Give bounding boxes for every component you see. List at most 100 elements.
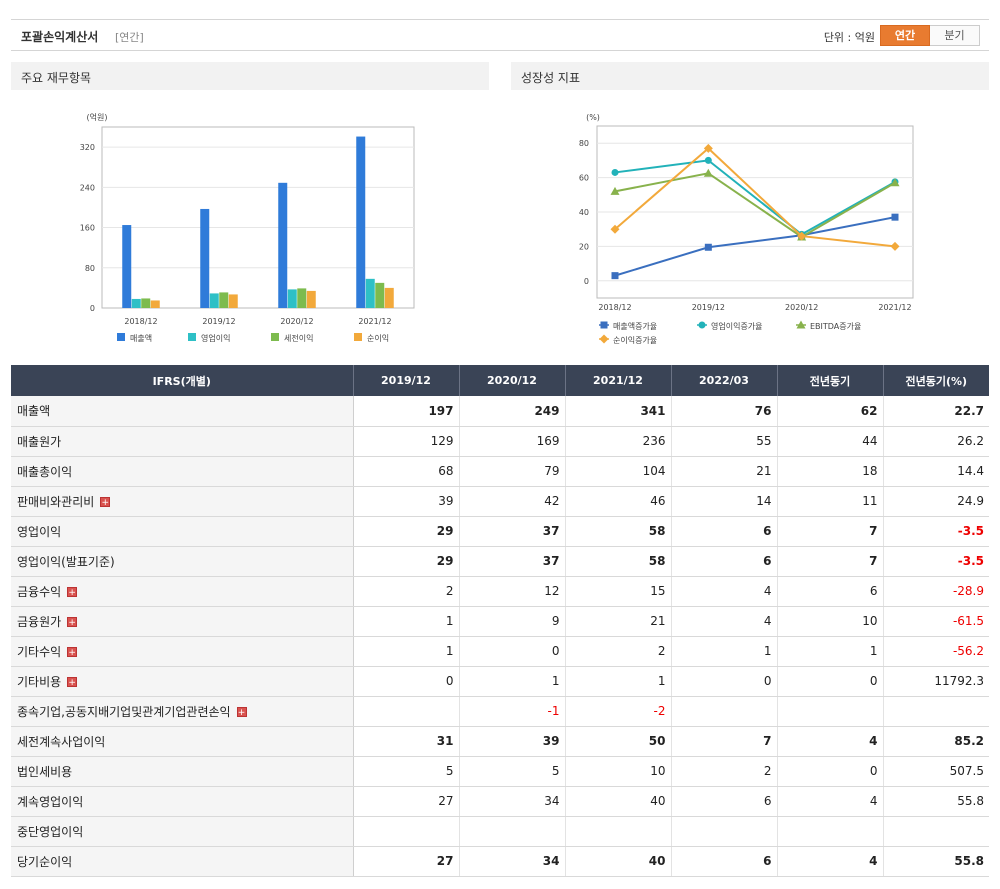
value-cell: 129 <box>353 426 460 457</box>
growth-indicators-line-chart: (%) 0 20 40 60 80 2018/12 2019/12 2020/12 2021/12… <box>579 113 914 345</box>
row-label-cell: 계속영업이익 <box>11 786 354 817</box>
value-cell: 6 <box>671 846 778 877</box>
line-point <box>704 243 712 251</box>
value-cell: 15 <box>565 576 672 607</box>
expand-plus-icon[interactable]: + <box>67 647 78 658</box>
value-cell: 50 <box>565 726 672 757</box>
value-cell: 85.2 <box>883 726 989 757</box>
value-cell: -3.5 <box>883 516 989 547</box>
row-label: 세전계속사업이익 <box>17 734 106 749</box>
line-y-tick-label: 20 <box>579 242 589 251</box>
value-cell: 29 <box>353 516 460 547</box>
financial-items-bar-chart: (억원) 0 80 160 240 320 2018/12 2019/12 2020/12 202… <box>80 112 415 343</box>
bar-legend-label: 세전이익 <box>284 333 313 343</box>
expand-plus-icon[interactable]: + <box>236 707 247 718</box>
value-cell: 21 <box>671 456 778 487</box>
value-cell: 62 <box>777 396 884 427</box>
table-row: 영업이익 29 37 58 6 7 -3.5 <box>11 516 989 547</box>
value-cell: 4 <box>777 846 884 877</box>
value-cell: 44 <box>777 426 884 457</box>
value-cell: 1 <box>353 636 460 667</box>
value-cell: -56.2 <box>883 636 989 667</box>
value-cell: 40 <box>565 846 672 877</box>
row-label: 기타수익 <box>17 644 62 659</box>
value-cell: 12 <box>459 576 566 607</box>
expand-plus-icon[interactable]: + <box>67 587 78 598</box>
value-cell: 1 <box>353 606 460 637</box>
value-cell: 6 <box>671 546 778 577</box>
bar-mark <box>122 225 132 308</box>
value-cell: 4 <box>777 786 884 817</box>
col-header-item: IFRS(개별) <box>11 365 354 396</box>
bar-mark <box>219 292 229 308</box>
value-cell: 68 <box>353 456 460 487</box>
row-label: 당기순이익 <box>17 854 73 869</box>
value-cell: 197 <box>353 396 460 427</box>
bar-y-tick-label: 160 <box>80 224 95 233</box>
value-cell: 37 <box>459 516 566 547</box>
value-cell: 507.5 <box>883 756 989 787</box>
value-cell: 169 <box>459 426 566 457</box>
quarter-toggle-button[interactable]: 분기 <box>930 25 980 46</box>
line-x-tick-label: 2021/12 <box>878 303 911 312</box>
line-point <box>611 272 619 280</box>
value-cell: 249 <box>459 396 566 427</box>
col-header-2022q1: 2022/03 <box>671 365 778 396</box>
table-row: 법인세비용 5 5 10 2 0 507.5 <box>11 756 989 787</box>
expand-plus-icon[interactable]: + <box>67 677 78 688</box>
table-row: 금융원가 +1 9 21 4 10 -61.5 <box>11 606 989 637</box>
period-tag: [연간] <box>115 31 144 44</box>
value-cell: 1 <box>565 666 672 697</box>
financial-items-panel-title: 주요 재무항목 <box>11 62 489 90</box>
bar-legend-swatch <box>354 333 362 341</box>
expand-plus-icon[interactable]: + <box>100 497 111 508</box>
value-cell: 0 <box>459 636 566 667</box>
row-label: 매출액 <box>17 404 51 419</box>
value-cell <box>777 816 884 847</box>
period-toggle: 연간 분기 <box>880 25 980 46</box>
line-y-tick-label: 60 <box>579 174 589 183</box>
table-row: 계속영업이익 27 34 40 6 4 55.8 <box>11 786 989 817</box>
value-cell: 104 <box>565 456 672 487</box>
value-cell: 26.2 <box>883 426 989 457</box>
value-cell: 79 <box>459 456 566 487</box>
bar-legend-label: 매출액 <box>130 333 152 343</box>
value-cell: 341 <box>565 396 672 427</box>
value-cell: 22.7 <box>883 396 989 427</box>
row-label-cell: 기타수익 + <box>11 636 354 667</box>
table-row: 매출액 197 249 341 76 62 22.7 <box>11 396 989 427</box>
row-label: 금융수익 <box>17 584 62 599</box>
statement-header: 포괄손익계산서 [연간] 단위 : 억원 연간 분기 <box>11 19 989 51</box>
value-cell: 0 <box>671 666 778 697</box>
value-cell: 40 <box>565 786 672 817</box>
value-cell: -28.9 <box>883 576 989 607</box>
value-cell: 76 <box>671 396 778 427</box>
line-point <box>600 321 608 329</box>
annual-toggle-button[interactable]: 연간 <box>880 25 930 46</box>
bar-x-tick-label: 2021/12 <box>358 317 391 326</box>
bar-mark <box>375 282 385 308</box>
col-header-prev-period: 전년동기 <box>777 365 884 396</box>
expand-plus-icon[interactable]: + <box>67 617 78 628</box>
value-cell: 46 <box>565 486 672 517</box>
value-cell: 6 <box>777 576 884 607</box>
bar-mark <box>131 298 141 308</box>
value-cell: 14.4 <box>883 456 989 487</box>
row-label: 영업이익(발표기준) <box>17 554 115 569</box>
value-cell: 0 <box>353 666 460 697</box>
value-cell: 55.8 <box>883 846 989 877</box>
value-cell: 236 <box>565 426 672 457</box>
bar-mark <box>365 278 375 308</box>
line-point <box>704 156 712 164</box>
row-label-cell: 영업이익(발표기준) <box>11 546 354 577</box>
value-cell: 5 <box>459 756 566 787</box>
value-cell: 4 <box>671 576 778 607</box>
row-label-cell: 금융수익 + <box>11 576 354 607</box>
value-cell: 10 <box>777 606 884 637</box>
row-label-cell: 매출총이익 <box>11 456 354 487</box>
table-row: 기타수익 +1 0 2 1 1 -56.2 <box>11 636 989 667</box>
line-point <box>891 213 899 221</box>
line-point <box>611 168 619 176</box>
bar-x-tick-label: 2018/12 <box>124 317 157 326</box>
line-y-tick-label: 80 <box>579 139 589 148</box>
